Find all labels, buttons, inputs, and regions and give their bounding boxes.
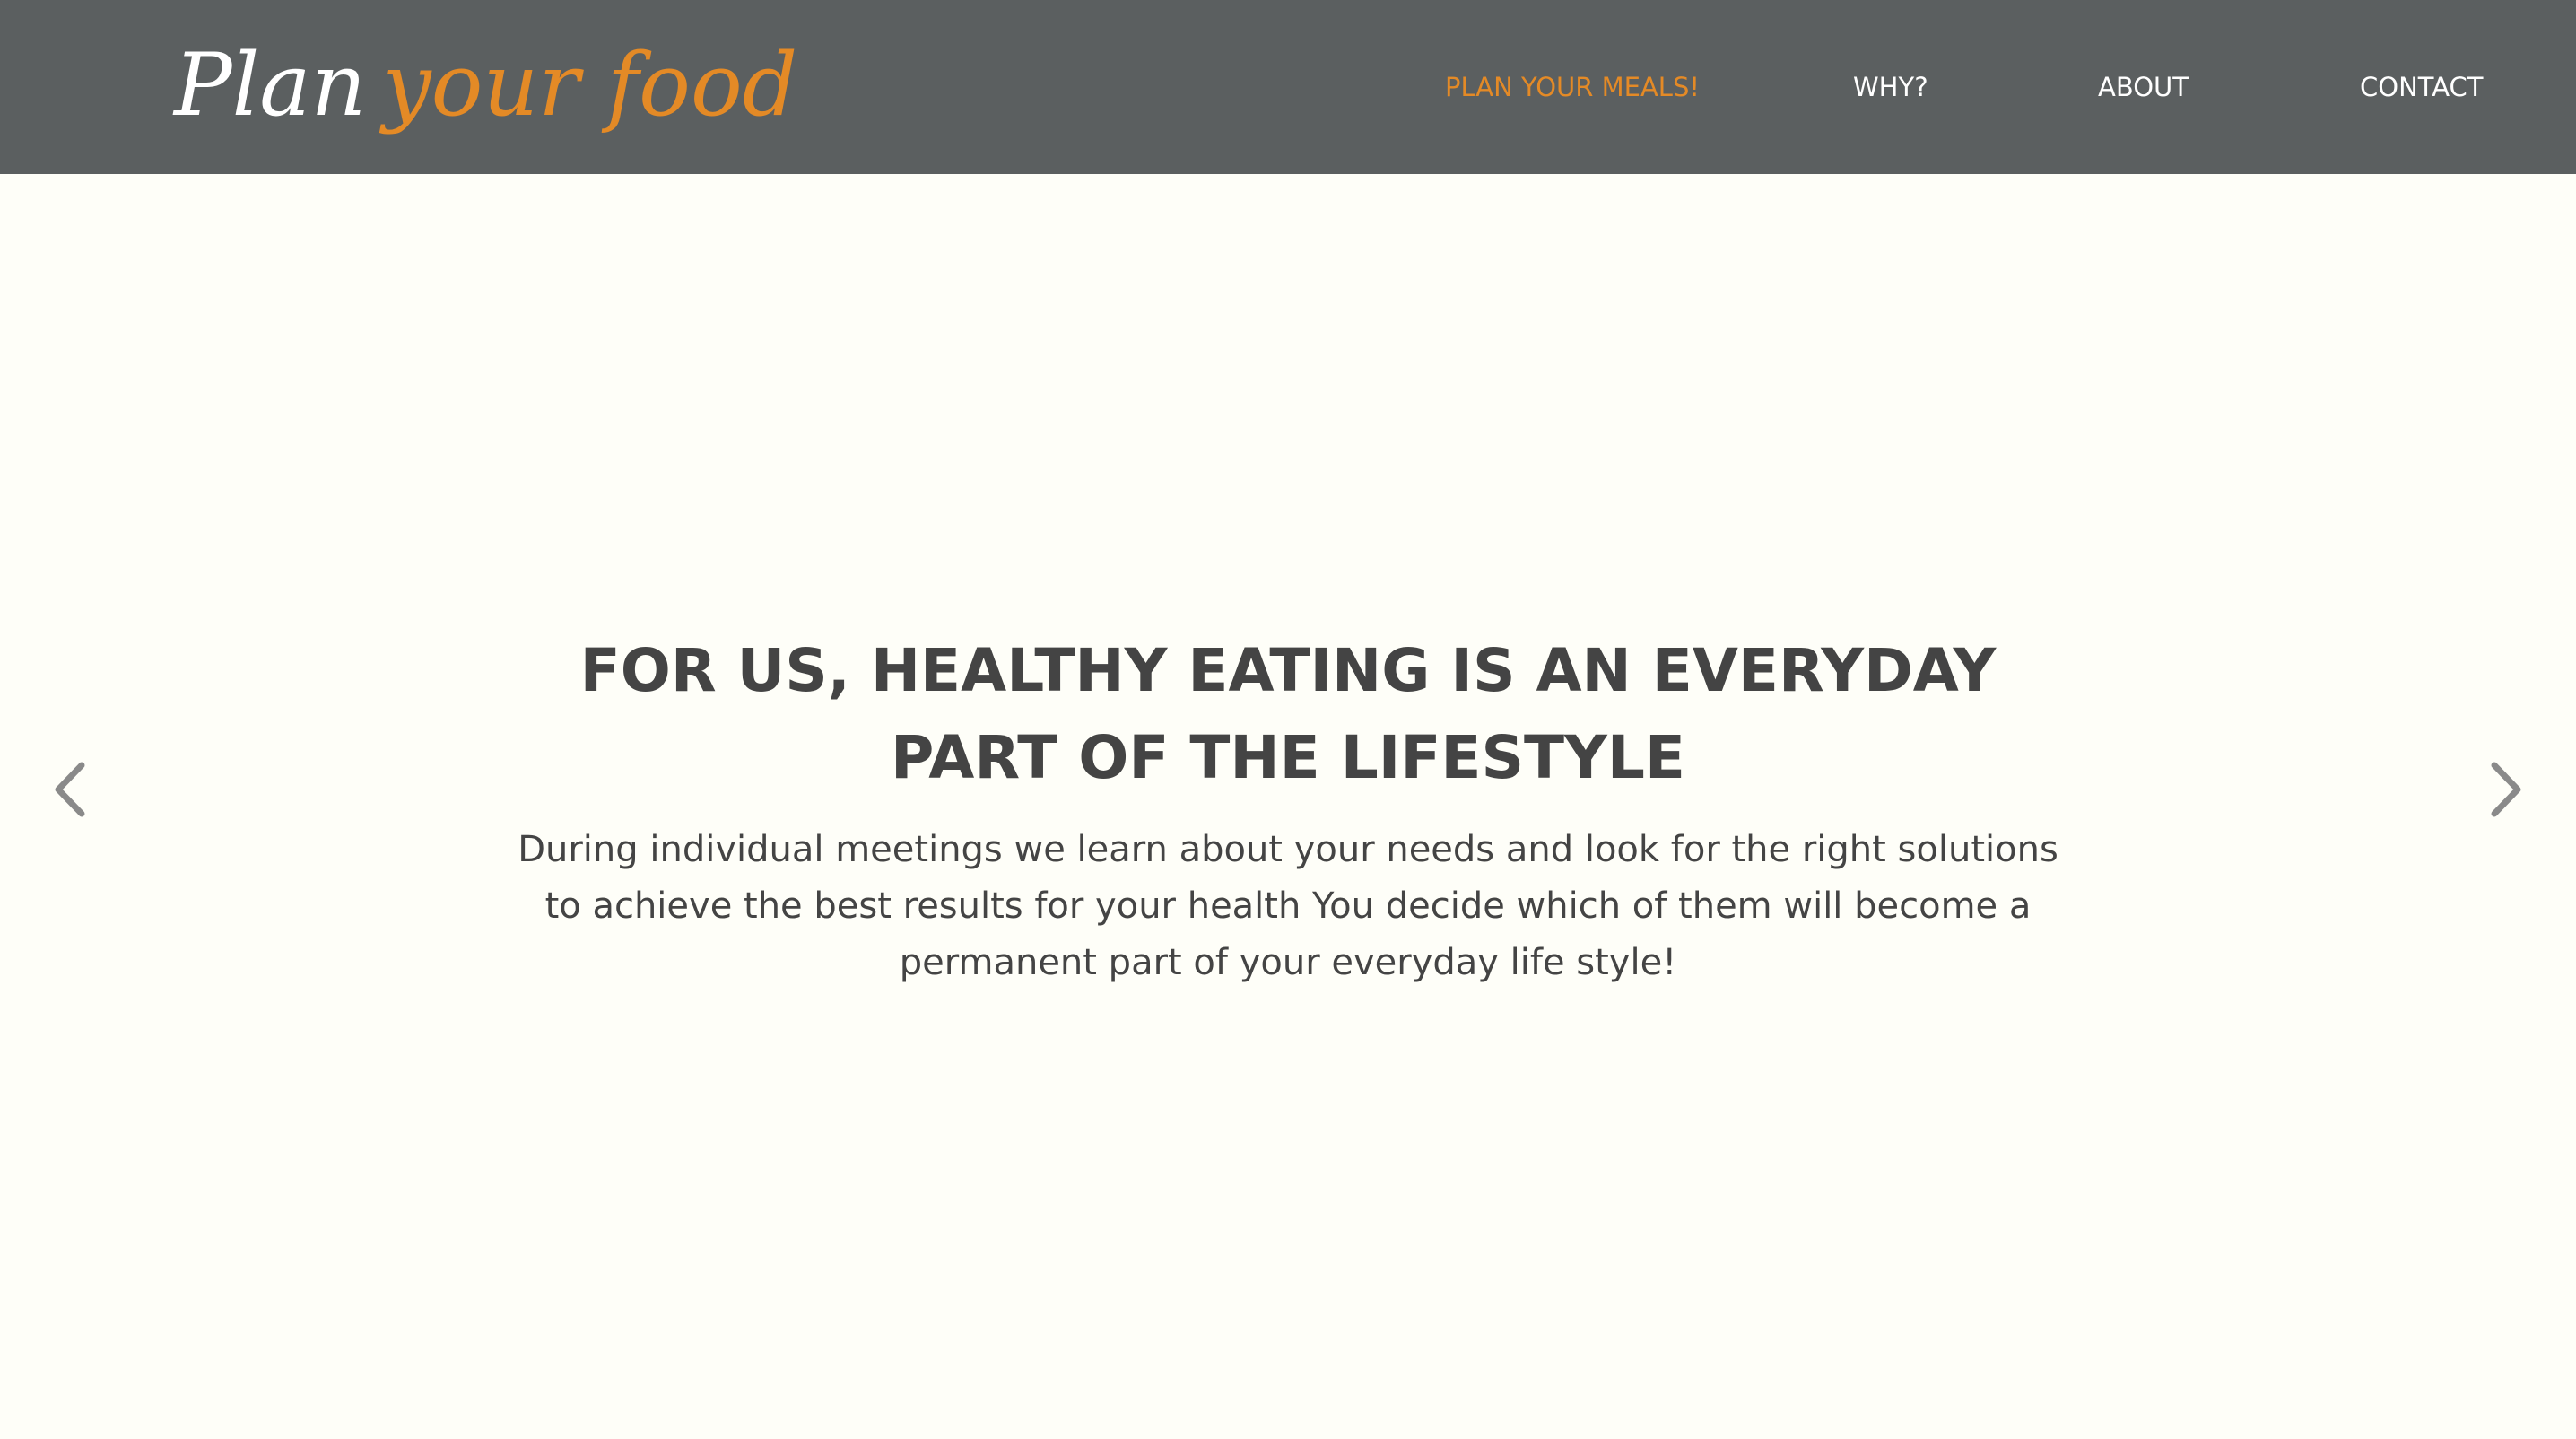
nav-link-contact[interactable]: CONTACT bbox=[2360, 0, 2484, 174]
nav-link-about[interactable]: ABOUT bbox=[2098, 0, 2189, 174]
logo-text-plan: Plan bbox=[174, 35, 367, 135]
nav-link-plan-your-meals[interactable]: PLAN YOUR MEALS! bbox=[1445, 0, 1700, 174]
hero-title: FOR US, HEALTHY EATING IS AN EVERYDAY PA… bbox=[579, 636, 1997, 792]
nav-link-why[interactable]: WHY? bbox=[1853, 0, 1928, 174]
chevron-left-icon bbox=[55, 762, 85, 817]
hero-carousel: FOR US, HEALTHY EATING IS AN EVERYDAY PA… bbox=[0, 174, 2576, 1439]
navbar: Plan your food PLAN YOUR MEALS! WHY? ABO… bbox=[0, 0, 2576, 174]
carousel-prev-button[interactable] bbox=[34, 754, 106, 825]
logo-text-your-food: your food bbox=[382, 35, 798, 135]
chevron-right-icon bbox=[2491, 762, 2521, 817]
carousel-next-button[interactable] bbox=[2470, 754, 2542, 825]
logo[interactable]: Plan your food bbox=[174, 18, 797, 153]
hero-description: During individual meetings we learn abou… bbox=[518, 829, 2058, 983]
